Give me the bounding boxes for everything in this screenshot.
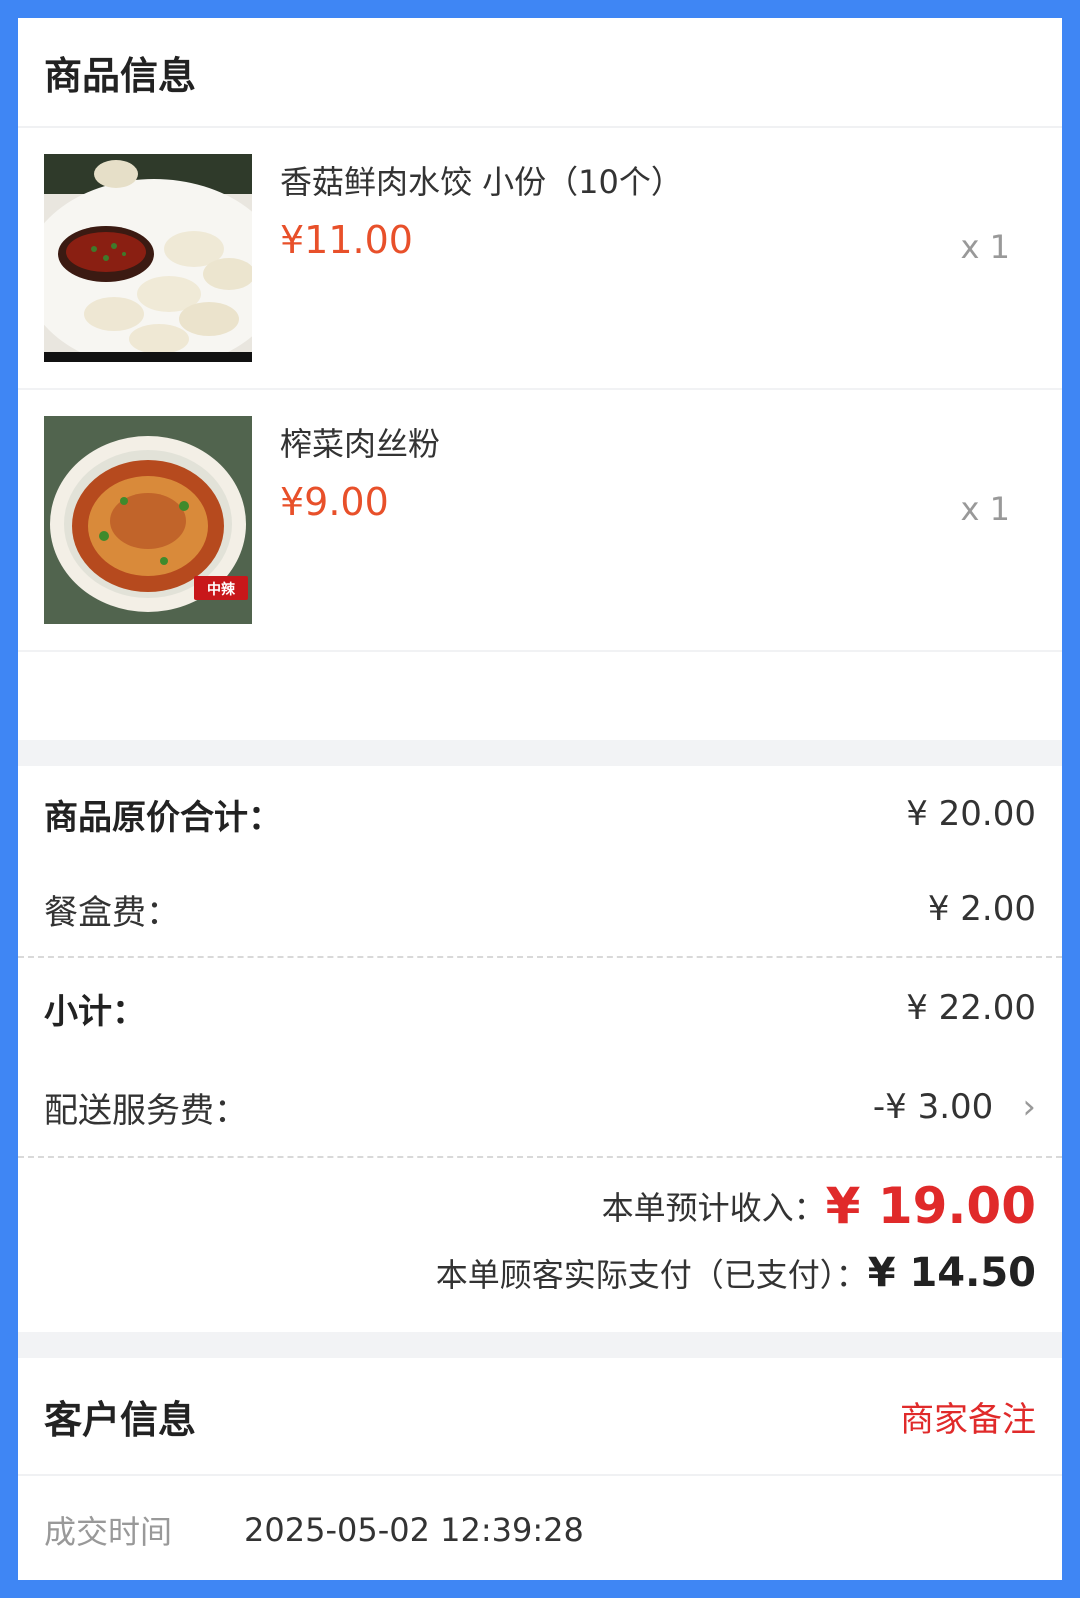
subtotal-value: ¥ 22.00 [906,988,1036,1028]
income-label: 本单预计收入： [601,1189,826,1227]
original-total-value: ¥ 20.00 [906,794,1036,834]
original-total-label: 商品原价合计： [44,797,282,838]
deal-time-label: 成交时间 [44,1513,173,1551]
subtotal-label: 小计： [44,991,146,1032]
box-fee-value: ¥ 2.00 [927,889,1036,929]
noodle-product-image: 中辣 [44,416,252,624]
list-item[interactable]: 中辣 榨菜肉丝粉 ¥9.00 x 1 [18,390,1062,652]
chevron-right-icon[interactable]: › [1022,1087,1036,1127]
original-total-row: 商品原价合计： ¥ 20.00 [18,766,1062,862]
section-divider [18,1332,1062,1358]
order-detail-panel: 商品信息 香菇鲜肉水饺 小份（10个） ¥11.00 x 1 中辣 榨菜肉丝粉 … [18,18,1062,1580]
subtotal-row: 小计： ¥ 22.00 [18,958,1062,1058]
paid-value: ¥ 14.50 [867,1250,1036,1296]
box-fee-row: 餐盒费： ¥ 2.00 [18,862,1062,958]
svg-text:中辣: 中辣 [207,581,236,598]
item-name: 榨菜肉丝粉 [280,425,441,463]
deal-time-row: 成交时间 2025-05-02 12:39:28 [18,1474,1062,1580]
item-quantity: x 1 [960,228,1010,266]
customer-section-header: 客户信息 商家备注 [18,1358,1062,1474]
goods-section-header: 商品信息 [18,18,1062,128]
delivery-fee-label: 配送服务费： [44,1090,248,1131]
income-value: ¥ 19.00 [825,1177,1036,1235]
income-row: 本单预计收入： ¥ 19.00 [18,1170,1062,1242]
item-name: 香菇鲜肉水饺 小份（10个） [280,163,683,201]
list-item[interactable]: 香菇鲜肉水饺 小份（10个） ¥11.00 x 1 [18,128,1062,390]
item-price: ¥11.00 [280,218,413,262]
dumpling-product-image [44,154,252,362]
delivery-fee-value: -¥ 3.00 [872,1087,994,1127]
merchant-note-link[interactable]: 商家备注 [900,1392,1036,1441]
section-divider [18,740,1062,766]
item-quantity: x 1 [960,490,1010,528]
delivery-fee-row[interactable]: 配送服务费： -¥ 3.00 › [18,1058,1062,1158]
deal-time-value: 2025-05-02 12:39:28 [244,1511,584,1549]
item-price: ¥9.00 [280,480,389,524]
box-fee-label: 餐盒费： [44,892,180,933]
paid-row: 本单顾客实际支付（已支付）： ¥ 14.50 [18,1242,1062,1304]
paid-label: 本单顾客实际支付（已支付）： [435,1256,868,1294]
goods-section-title: 商品信息 [44,53,197,98]
customer-section-title: 客户信息 [44,1397,197,1442]
